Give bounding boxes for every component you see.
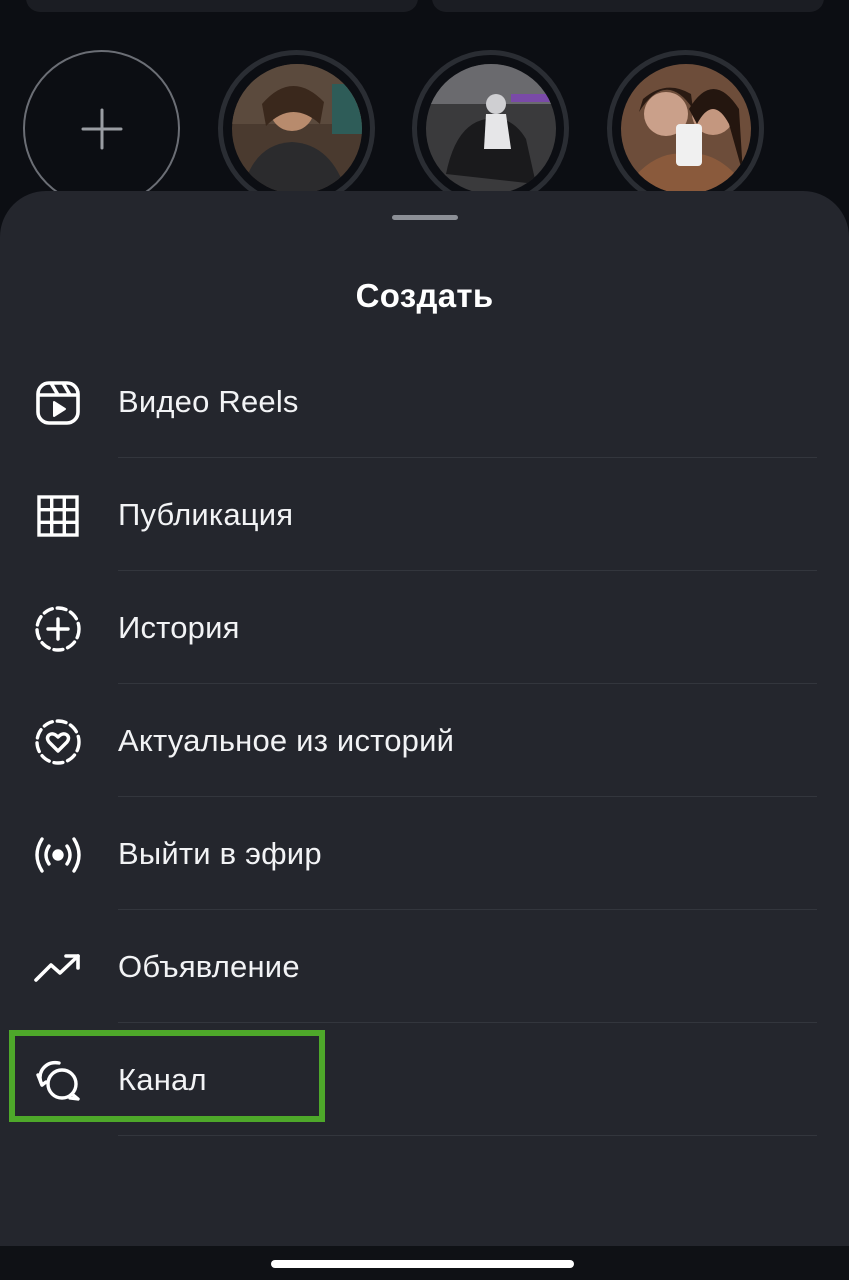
trending-up-icon (32, 943, 84, 993)
story-photo (231, 63, 362, 194)
plus-icon (81, 108, 122, 149)
menu-item-label: Видео Reels (118, 383, 299, 419)
home-indicator[interactable] (271, 1260, 574, 1268)
live-broadcast-icon (32, 830, 84, 880)
reels-icon (32, 378, 84, 428)
highlights-heart-icon (32, 717, 84, 767)
story-add-icon (32, 604, 84, 654)
menu-item-label: История (118, 609, 240, 645)
create-menu: Видео Reels Публикация История Актуально… (0, 345, 849, 1136)
story-photo (620, 63, 751, 194)
menu-item-ad[interactable]: Объявление (0, 910, 849, 1023)
story-avatar[interactable] (218, 50, 375, 207)
menu-item-reels[interactable]: Видео Reels (0, 345, 849, 458)
menu-item-highlights[interactable]: Актуальное из историй (0, 684, 849, 797)
sheet-title: Создать (355, 277, 494, 314)
menu-item-story[interactable]: История (0, 571, 849, 684)
story-avatar[interactable] (607, 50, 764, 207)
sheet-drag-handle[interactable] (392, 215, 458, 220)
divider (118, 1135, 817, 1136)
add-story-button[interactable] (23, 50, 180, 207)
system-navigation-bar (0, 1246, 849, 1280)
menu-item-label: Выйти в эфир (118, 835, 322, 871)
background-card (26, 0, 418, 12)
menu-item-label: Публикация (118, 496, 294, 532)
story-photo (425, 63, 556, 194)
menu-item-post[interactable]: Публикация (0, 458, 849, 571)
background-card (432, 0, 824, 12)
grid-icon (32, 491, 84, 541)
menu-item-live[interactable]: Выйти в эфир (0, 797, 849, 910)
story-avatar[interactable] (412, 50, 569, 207)
highlight-annotation-box (9, 1030, 325, 1122)
screen: Создать Видео Reels Публикация История А… (0, 0, 849, 1280)
menu-item-label: Объявление (118, 948, 300, 984)
menu-item-label: Актуальное из историй (118, 722, 455, 758)
